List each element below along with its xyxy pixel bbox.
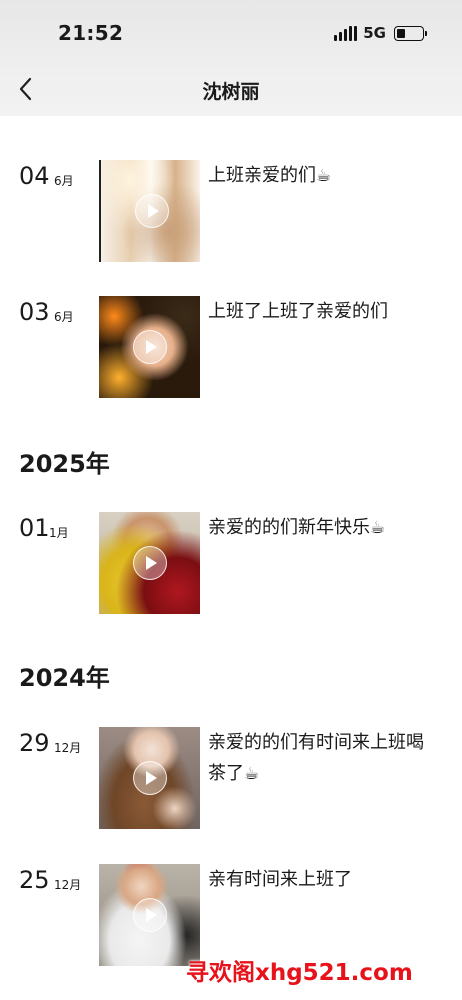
coffee-emoji: ☕	[316, 166, 332, 186]
coffee-emoji: ☕	[244, 764, 260, 784]
play-icon	[133, 546, 167, 580]
post-caption: 亲爱的的们新年快乐☕	[208, 517, 386, 538]
signal-icon	[334, 25, 358, 41]
status-bar-right: 5G	[334, 24, 427, 42]
play-icon	[135, 194, 169, 228]
post-caption: 上班亲爱的们☕	[208, 165, 332, 186]
video-thumbnail[interactable]	[99, 864, 200, 966]
video-thumbnail[interactable]	[99, 296, 200, 398]
post-day: 29	[19, 729, 50, 757]
post-month: 12月	[54, 741, 82, 755]
list-item[interactable]: 25 12月 亲有时间来上班了	[0, 864, 462, 966]
post-month: 6月	[54, 310, 74, 324]
list-item[interactable]: 04 6月 上班亲爱的们☕	[0, 160, 462, 262]
play-icon	[133, 761, 167, 795]
video-thumbnail[interactable]	[99, 512, 200, 614]
network-type: 5G	[363, 24, 386, 42]
post-caption: 上班了上班了亲爱的们	[208, 301, 388, 322]
status-time: 21:52	[58, 21, 124, 45]
post-day: 03	[19, 298, 50, 326]
video-thumbnail[interactable]	[99, 727, 200, 829]
coffee-emoji: ☕	[370, 518, 386, 538]
video-thumbnail[interactable]	[99, 160, 200, 262]
list-item[interactable]: 29 12月 亲爱的的们有时间来上班喝茶了☕	[0, 727, 462, 829]
post-day: 01	[19, 514, 50, 542]
post-day: 04	[19, 162, 50, 190]
list-item[interactable]: 01 1月 亲爱的的们新年快乐☕	[0, 512, 462, 614]
moments-page: 21:52 5G 沈树丽 04 6月 上班亲爱的们☕ 03 6月 上班了上班了亲…	[0, 0, 462, 1000]
play-icon	[133, 330, 167, 364]
year-header: 2025年	[19, 450, 110, 478]
list-item[interactable]: 03 6月 上班了上班了亲爱的们	[0, 296, 462, 398]
year-header: 2024年	[19, 664, 110, 692]
post-month: 6月	[54, 174, 74, 188]
post-day: 25	[19, 866, 50, 894]
header: 21:52 5G 沈树丽	[0, 0, 462, 116]
page-title: 沈树丽	[202, 81, 260, 103]
post-month: 1月	[49, 526, 69, 540]
watermark: 寻欢阁xhg521.com	[186, 960, 413, 986]
post-caption: 亲有时间来上班了	[208, 869, 352, 890]
post-month: 12月	[54, 878, 82, 892]
play-icon	[133, 898, 167, 932]
battery-icon	[394, 25, 427, 41]
post-caption: 亲爱的的们有时间来上班喝茶了☕	[208, 732, 424, 784]
